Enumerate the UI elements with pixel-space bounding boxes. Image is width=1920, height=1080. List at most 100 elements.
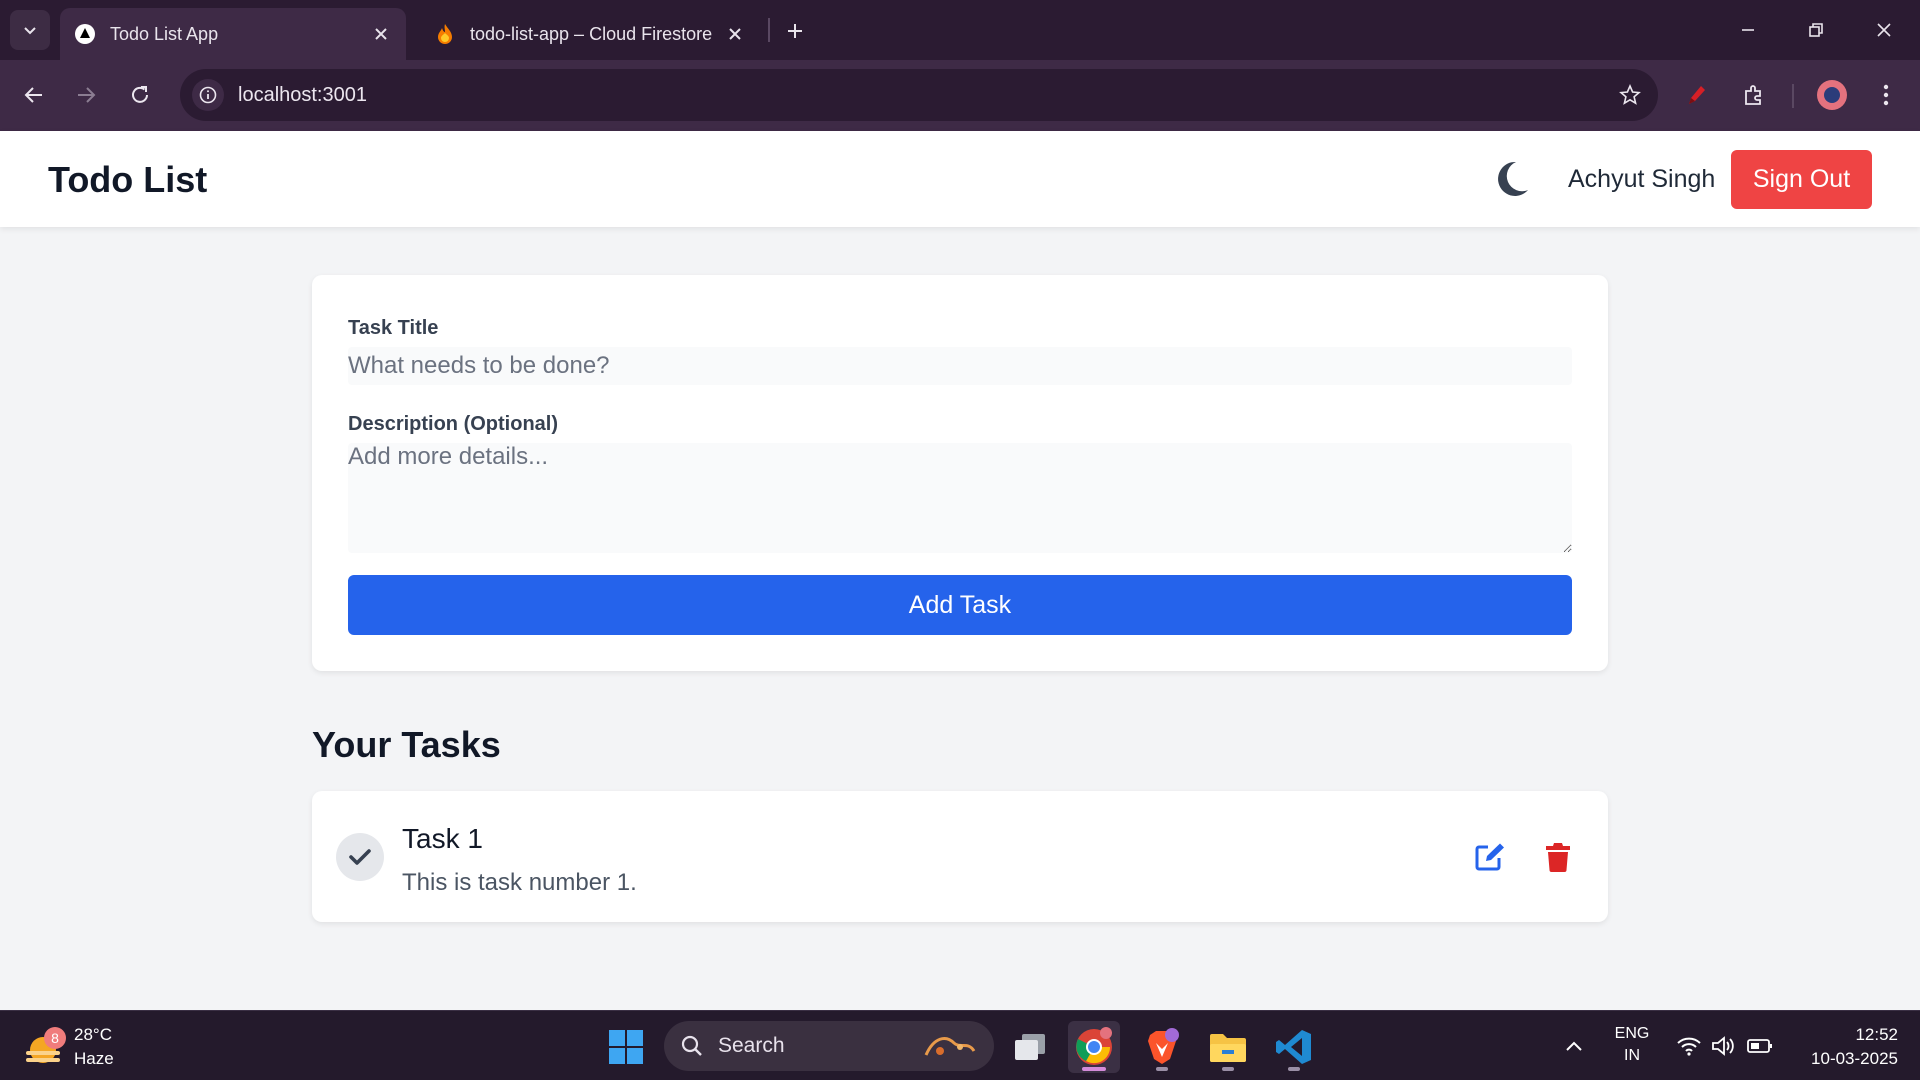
sign-out-button[interactable]: Sign Out bbox=[1731, 150, 1872, 209]
os-taskbar: 8 28°C Haze Search ENG IN 12:52 10-03-20… bbox=[0, 1010, 1920, 1080]
volume-status[interactable] bbox=[1708, 1021, 1738, 1071]
input-language-indicator[interactable]: ENG IN bbox=[1612, 1023, 1652, 1067]
tab-divider bbox=[768, 18, 770, 42]
app-title: Todo List bbox=[48, 159, 208, 200]
minimize-button[interactable] bbox=[1728, 10, 1768, 50]
running-app-indicator bbox=[1156, 1067, 1168, 1071]
extensions-puzzle-icon[interactable] bbox=[1734, 75, 1774, 115]
plus-icon bbox=[788, 24, 802, 38]
clock-date: 10-03-2025 bbox=[1811, 1049, 1898, 1068]
weather-haze-icon: 8 bbox=[24, 1027, 66, 1067]
toolbar-divider bbox=[1792, 84, 1794, 108]
weather-widget[interactable]: 8 28°C Haze bbox=[24, 1019, 114, 1075]
task-view-icon bbox=[1015, 1034, 1045, 1060]
avatar bbox=[1817, 80, 1847, 110]
tab-todo-list-app[interactable]: Todo List App bbox=[60, 8, 406, 60]
file-explorer-taskbar-app[interactable] bbox=[1202, 1021, 1254, 1073]
weather-temperature: 28°C bbox=[74, 1025, 112, 1044]
forward-button[interactable] bbox=[66, 75, 106, 115]
firebase-icon bbox=[434, 23, 456, 45]
app-header: Todo List Achyut Singh Sign Out bbox=[0, 131, 1920, 227]
task-view-button[interactable] bbox=[1004, 1021, 1056, 1073]
user-name: Achyut Singh bbox=[1568, 165, 1716, 193]
brave-icon bbox=[1148, 1028, 1179, 1064]
clock-time: 12:52 bbox=[1855, 1025, 1898, 1044]
url-text: localhost:3001 bbox=[238, 83, 367, 106]
arrow-right-icon bbox=[78, 87, 96, 103]
address-bar[interactable]: localhost:3001 bbox=[180, 69, 1658, 121]
active-app-indicator bbox=[1082, 1067, 1106, 1071]
close-icon bbox=[1877, 23, 1891, 37]
taskbar-search[interactable]: Search bbox=[664, 1021, 994, 1071]
chrome-taskbar-app[interactable] bbox=[1068, 1021, 1120, 1073]
battery-icon bbox=[1747, 1039, 1772, 1053]
task-title: Task 1 bbox=[402, 823, 483, 854]
site-info-icon[interactable] bbox=[192, 79, 224, 111]
running-app-indicator bbox=[1288, 1067, 1300, 1071]
wifi-status[interactable] bbox=[1672, 1021, 1706, 1071]
more-vertical-icon bbox=[1883, 84, 1889, 106]
close-tab-icon[interactable] bbox=[370, 23, 392, 45]
reload-icon bbox=[132, 86, 148, 103]
back-button[interactable] bbox=[14, 75, 54, 115]
tab-cloud-firestore[interactable]: todo-list-app – Cloud Firestore bbox=[420, 8, 760, 60]
search-highlight-icon bbox=[924, 1037, 976, 1056]
description-textarea[interactable] bbox=[348, 443, 1572, 553]
moon-icon bbox=[1498, 161, 1528, 196]
restore-button[interactable] bbox=[1796, 10, 1836, 50]
task-description: This is task number 1. bbox=[402, 869, 637, 896]
language-code: ENG bbox=[1614, 1025, 1650, 1042]
task-title-input[interactable] bbox=[348, 347, 1572, 385]
battery-status[interactable] bbox=[1744, 1021, 1776, 1071]
profile-button[interactable] bbox=[1812, 75, 1852, 115]
browser-toolbar: localhost:3001 bbox=[0, 60, 1920, 131]
close-tab-icon[interactable] bbox=[724, 23, 746, 45]
delete-task-button[interactable] bbox=[1538, 837, 1578, 877]
your-tasks-heading: Your Tasks bbox=[312, 724, 501, 765]
windows-logo-icon bbox=[609, 1030, 643, 1064]
browser-menu-button[interactable] bbox=[1866, 75, 1906, 115]
region-code: IN bbox=[1624, 1047, 1640, 1064]
system-clock[interactable]: 12:52 10-03-2025 bbox=[1788, 1023, 1898, 1071]
pen-extension-icon[interactable] bbox=[1676, 75, 1716, 115]
add-task-button[interactable]: Add Task bbox=[348, 575, 1572, 635]
chevron-up-icon bbox=[1566, 1041, 1582, 1051]
arrow-left-icon bbox=[24, 87, 42, 103]
show-hidden-icons-button[interactable] bbox=[1558, 1021, 1590, 1071]
wifi-icon bbox=[1677, 1037, 1701, 1056]
search-label: Search bbox=[718, 1034, 785, 1057]
edit-task-button[interactable] bbox=[1470, 837, 1510, 877]
reload-button[interactable] bbox=[120, 75, 160, 115]
tab-title: todo-list-app – Cloud Firestore bbox=[470, 23, 713, 44]
nextjs-icon bbox=[74, 23, 96, 45]
trash-icon bbox=[1546, 843, 1570, 872]
brave-taskbar-app[interactable] bbox=[1136, 1021, 1188, 1073]
search-icon bbox=[681, 1035, 702, 1056]
edit-icon bbox=[1475, 843, 1504, 871]
bookmark-star-icon[interactable] bbox=[1616, 81, 1644, 109]
browser-tab-bar: Todo List App todo-list-app – Cloud Fire… bbox=[0, 0, 1920, 60]
folder-icon bbox=[1210, 1034, 1246, 1062]
start-button[interactable] bbox=[600, 1021, 652, 1073]
tab-search-button[interactable] bbox=[10, 10, 50, 50]
notification-badge: 8 bbox=[44, 1027, 66, 1049]
task-title-label: Task Title bbox=[348, 317, 439, 339]
speaker-icon bbox=[1712, 1036, 1734, 1056]
check-icon bbox=[349, 849, 371, 865]
chrome-icon bbox=[1076, 1027, 1112, 1065]
description-label: Description (Optional) bbox=[348, 413, 558, 435]
vscode-taskbar-app[interactable] bbox=[1268, 1021, 1320, 1073]
minimize-icon bbox=[1742, 29, 1754, 31]
weather-condition: Haze bbox=[74, 1049, 114, 1068]
complete-task-toggle[interactable] bbox=[336, 833, 384, 881]
running-app-indicator bbox=[1222, 1067, 1234, 1071]
tab-title: Todo List App bbox=[110, 23, 219, 44]
theme-toggle-button[interactable] bbox=[1490, 157, 1534, 201]
new-tab-button[interactable] bbox=[778, 14, 812, 48]
vscode-icon bbox=[1276, 1030, 1311, 1064]
restore-icon bbox=[1809, 23, 1823, 37]
task-item: Task 1 This is task number 1. bbox=[312, 791, 1608, 922]
close-window-button[interactable] bbox=[1864, 10, 1904, 50]
add-task-form: Task Title Description (Optional) Add Ta… bbox=[312, 275, 1608, 671]
chevron-down-icon bbox=[24, 27, 36, 35]
